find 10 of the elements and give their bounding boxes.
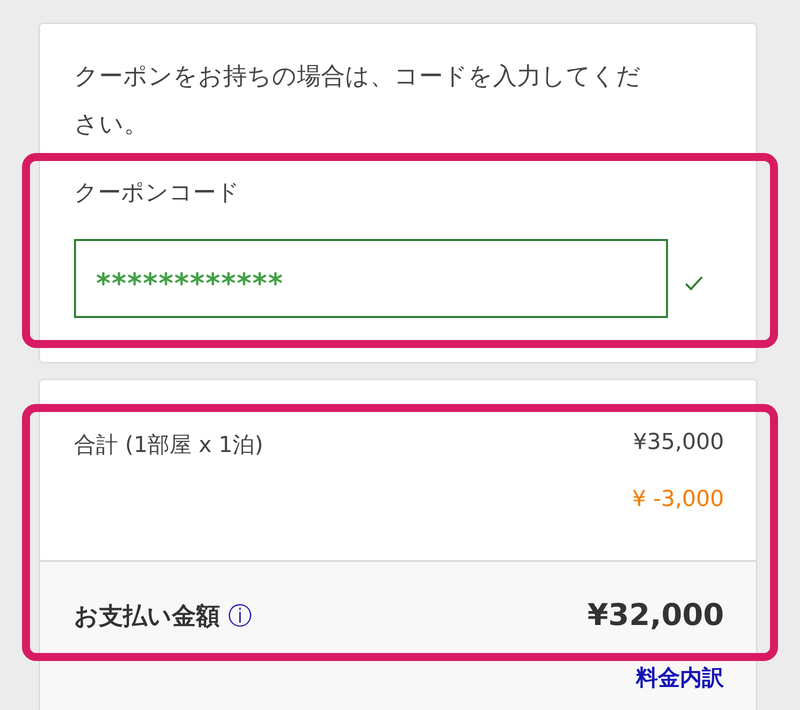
discount-amount: ¥ -3,000 (632, 487, 724, 514)
coupon-code-label: クーポンコード (74, 179, 241, 208)
info-icon[interactable]: ⓘ (228, 600, 252, 632)
breakdown-link[interactable]: 料金内訳 (636, 663, 724, 693)
coupon-instruction: クーポンをお持ちの場合は、コードを入力してください。 (74, 61, 642, 140)
total-label: お支払い金額 (74, 600, 220, 632)
subtotal-amount: ¥35,000 (633, 430, 724, 457)
checkmark-icon (684, 274, 704, 290)
total-amount: ¥32,000 (587, 598, 724, 633)
subtotal-label: 合計 (1部屋 x 1泊) (74, 432, 264, 460)
